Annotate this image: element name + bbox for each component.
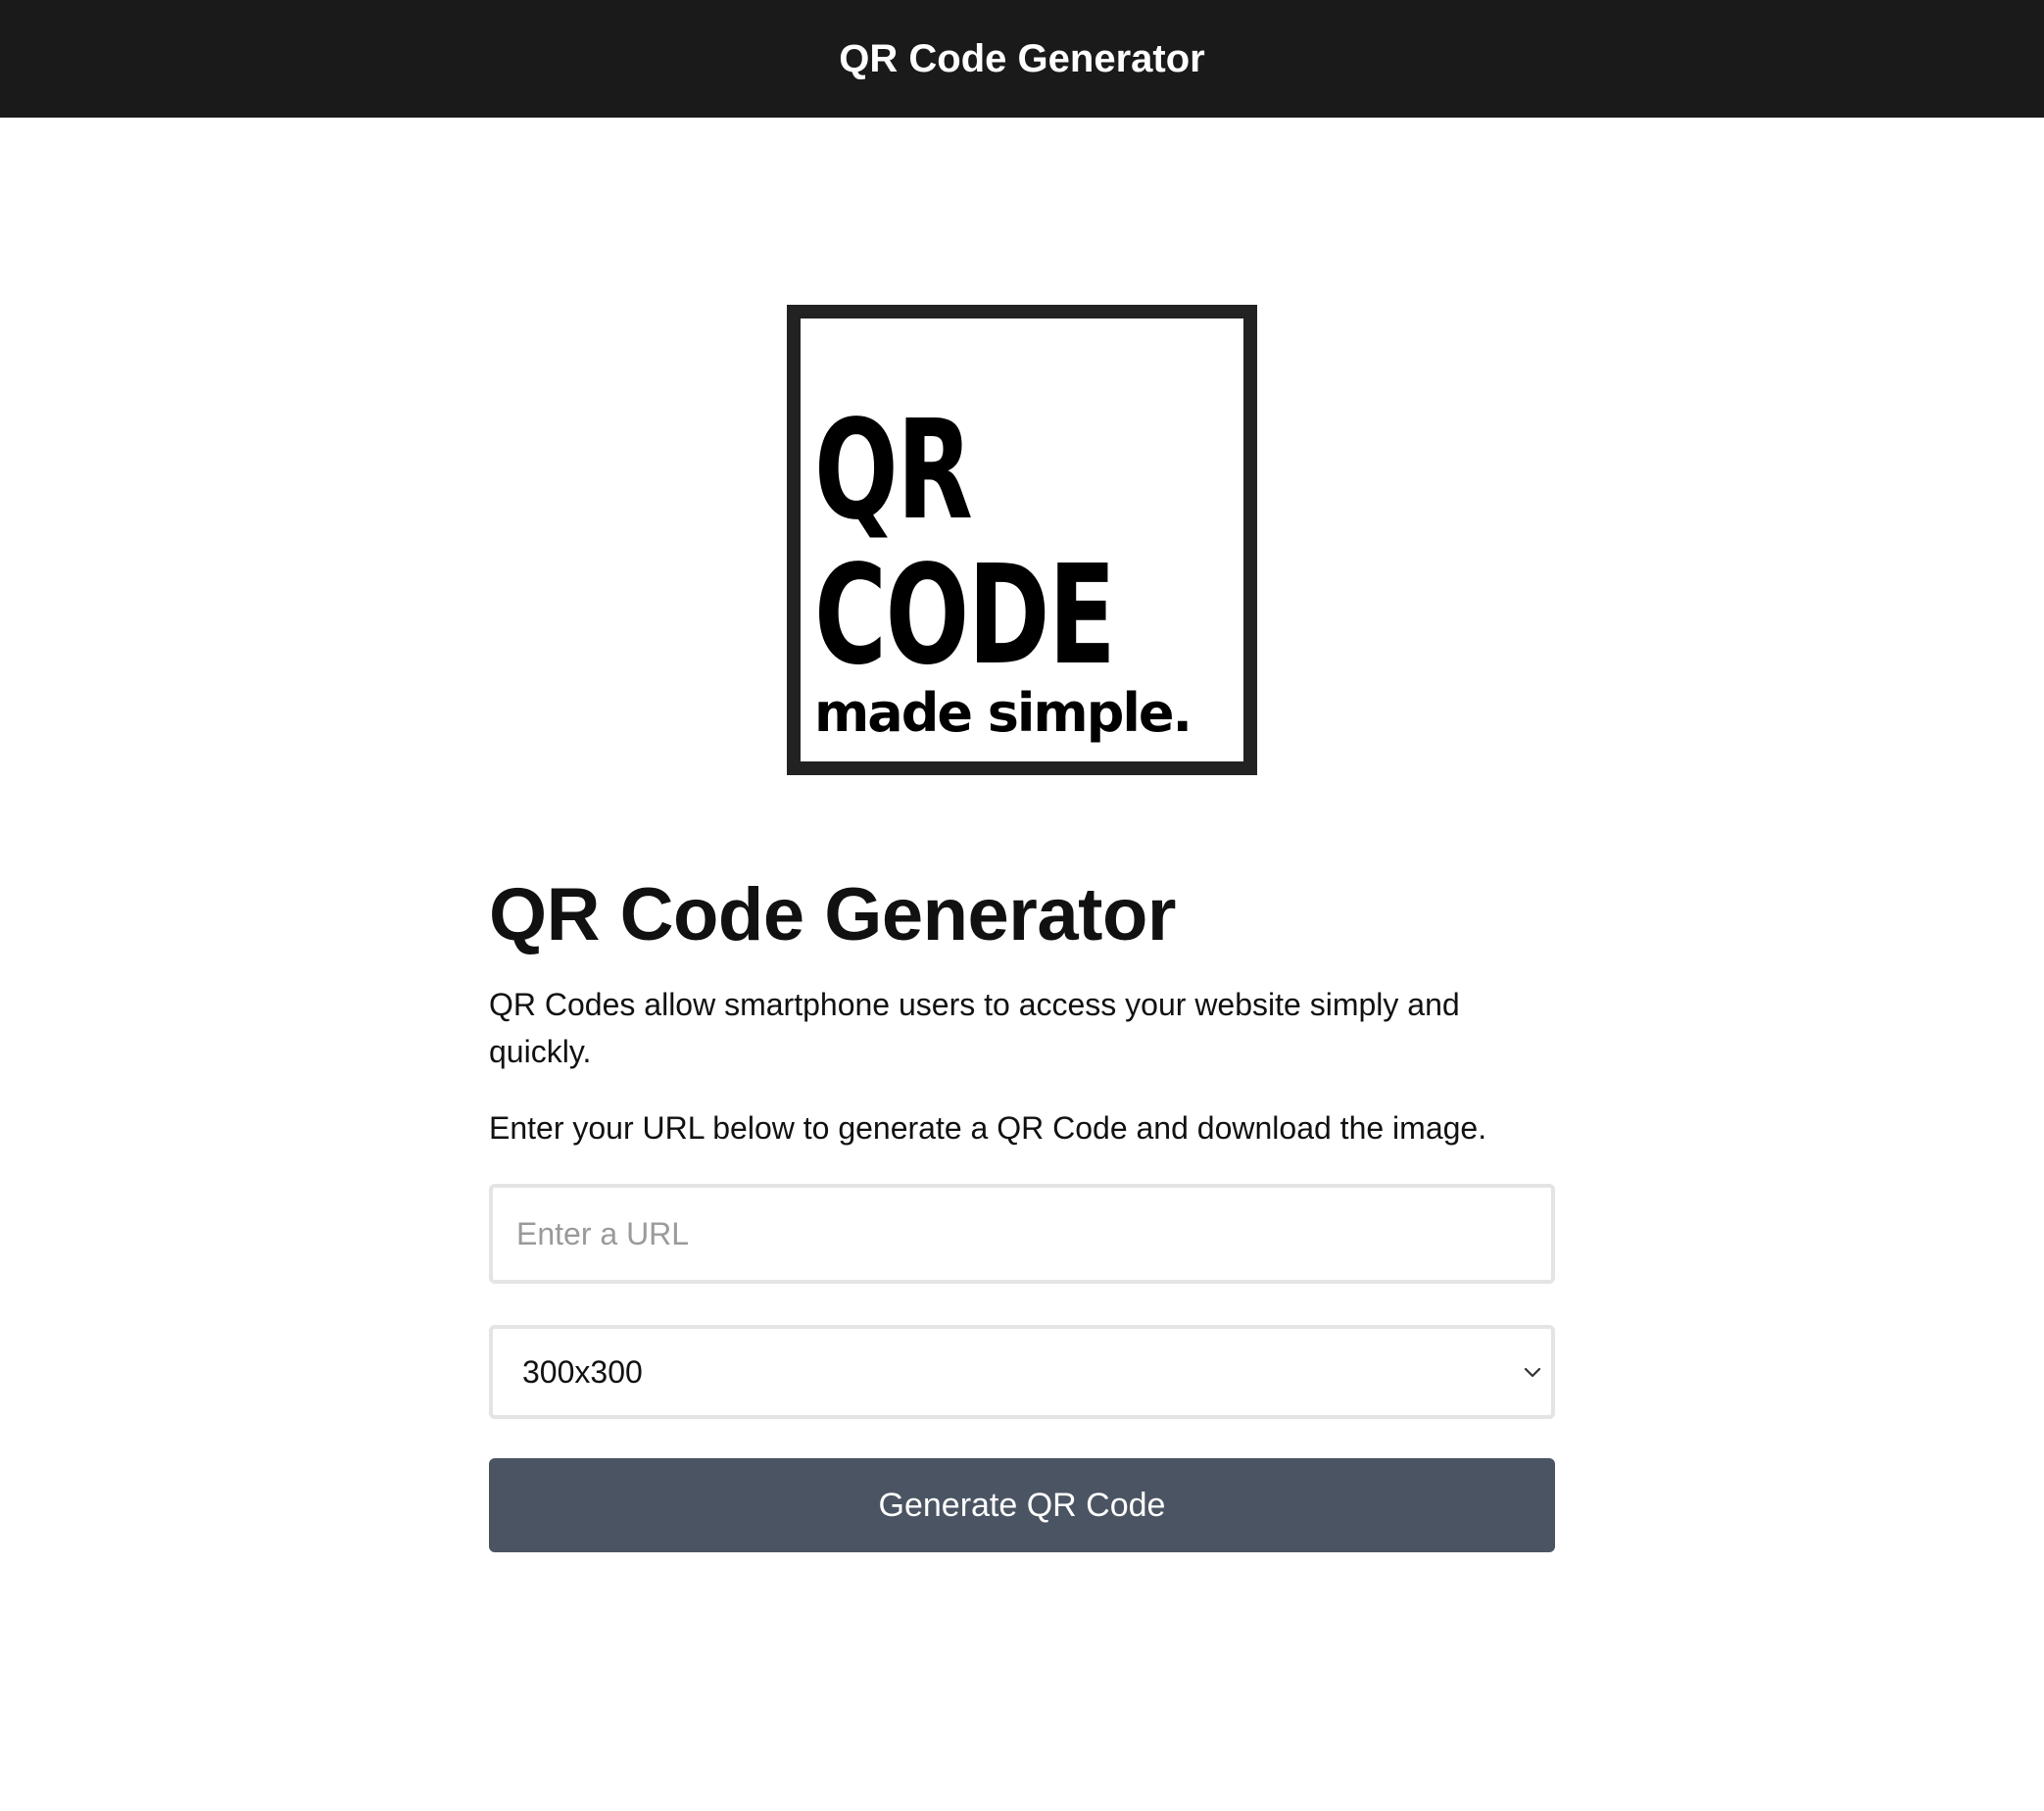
generate-qr-code-button[interactable]: Generate QR Code <box>489 1458 1555 1553</box>
qr-code-logo: QR CODE made simple. <box>787 305 1257 775</box>
logo-tagline: made simple. <box>814 682 1192 744</box>
logo-text-code: CODE <box>814 536 1116 696</box>
site-title: QR Code Generator <box>839 36 1205 80</box>
logo-text-qr: QR <box>814 391 973 551</box>
chevron-down-icon <box>1524 1368 1541 1378</box>
main-content: QR Code Generator QR Codes allow smartph… <box>489 872 1555 1553</box>
description-text: QR Codes allow smartphone users to acces… <box>489 987 1460 1070</box>
top-bar: QR Code Generator <box>0 0 2044 118</box>
page-title: QR Code Generator <box>489 873 1176 956</box>
size-select[interactable]: 300x300 <box>489 1325 1555 1420</box>
size-select-value: 300x300 <box>522 1353 643 1390</box>
instruction-text: Enter your URL below to generate a QR Co… <box>489 1110 1487 1147</box>
url-input[interactable] <box>489 1184 1555 1285</box>
